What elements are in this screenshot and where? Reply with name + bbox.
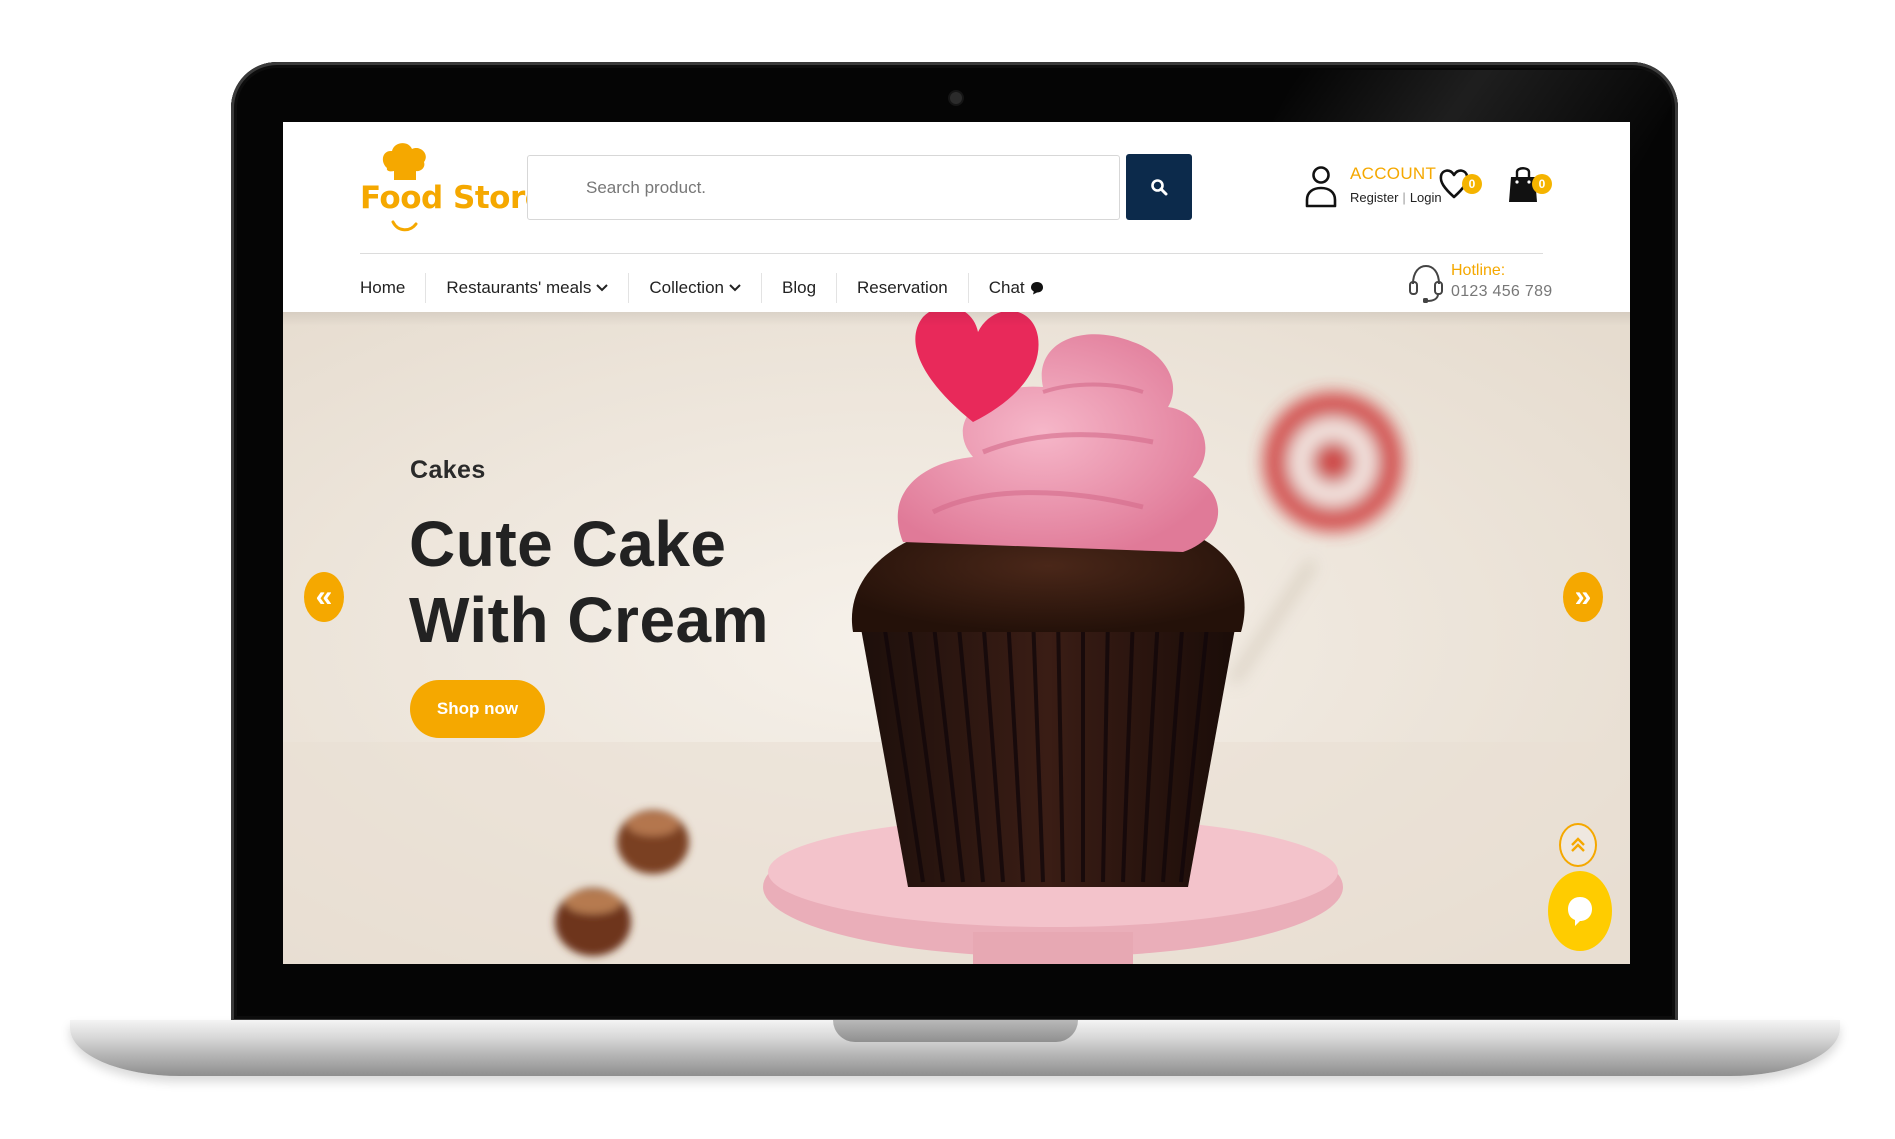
webcam (950, 92, 962, 104)
site-logo[interactable]: Food Store (360, 140, 546, 240)
hero-title-line-1: Cute Cake (409, 508, 727, 580)
header-divider (360, 253, 1543, 254)
double-chevron-right-icon: » (1574, 580, 1592, 613)
chevron-down-icon (596, 284, 609, 292)
search-input[interactable] (527, 155, 1120, 220)
hero-top-shadow (283, 312, 1630, 326)
double-chevron-left-icon: « (315, 580, 333, 613)
hotline-number[interactable]: 0123 456 789 (1451, 283, 1552, 301)
scroll-to-top-button[interactable] (1559, 823, 1597, 867)
search-button[interactable] (1126, 154, 1192, 220)
hero-title-line-2: With Cream (409, 584, 770, 656)
nav-label: Reservation (857, 278, 948, 297)
headset-icon (1409, 264, 1443, 303)
nav-chat[interactable]: Chat (967, 273, 1064, 303)
nav-collection[interactable]: Collection (628, 273, 761, 303)
nav-reservation[interactable]: Reservation (836, 273, 968, 303)
hero-title: Cute Cake With Cream (409, 506, 829, 658)
nav-restaurants-meals[interactable]: Restaurants' meals (425, 273, 628, 303)
user-icon[interactable] (1304, 164, 1338, 208)
nav-label: Chat (988, 278, 1025, 297)
nav-home[interactable]: Home (360, 273, 425, 303)
nav-label: Collection (649, 278, 724, 297)
double-chevron-up-icon (1571, 837, 1585, 852)
hero-subtitle: Cakes (410, 456, 486, 484)
register-link[interactable]: Register (1350, 190, 1398, 205)
shop-now-button[interactable]: Shop now (410, 680, 545, 738)
cart-count-badge: 0 (1532, 174, 1552, 194)
laptop-hinge-notch (833, 1020, 1078, 1042)
logo-text: Food Store (360, 180, 546, 216)
hotline-label: Hotline: (1451, 262, 1506, 279)
browser-viewport: Food Store ACCOUNT Register | Login 0 0 Ho… (283, 122, 1630, 964)
nav-blog[interactable]: Blog (761, 273, 836, 303)
main-nav: Home Restaurants' meals Collection Blog … (360, 265, 1064, 311)
account-label[interactable]: ACCOUNT (1350, 164, 1436, 184)
account-links: Register | Login (1350, 190, 1442, 205)
hero-slider: Cakes Cute Cake With Cream Shop now « » (283, 312, 1630, 964)
live-chat-button[interactable] (1548, 871, 1612, 951)
link-separator: | (1402, 190, 1406, 205)
nav-label: Restaurants' meals (446, 278, 592, 297)
search-icon (1151, 179, 1168, 196)
login-link[interactable]: Login (1410, 190, 1442, 205)
wishlist-count-badge: 0 (1462, 174, 1482, 194)
nav-label: Blog (782, 278, 817, 297)
slider-next-button[interactable]: » (1563, 572, 1603, 622)
chat-bubble-icon (1568, 897, 1592, 926)
slider-prev-button[interactable]: « (304, 572, 344, 622)
nav-label: Home (360, 278, 406, 297)
chevron-down-icon (729, 284, 741, 292)
chat-bubble-icon (1030, 282, 1043, 295)
